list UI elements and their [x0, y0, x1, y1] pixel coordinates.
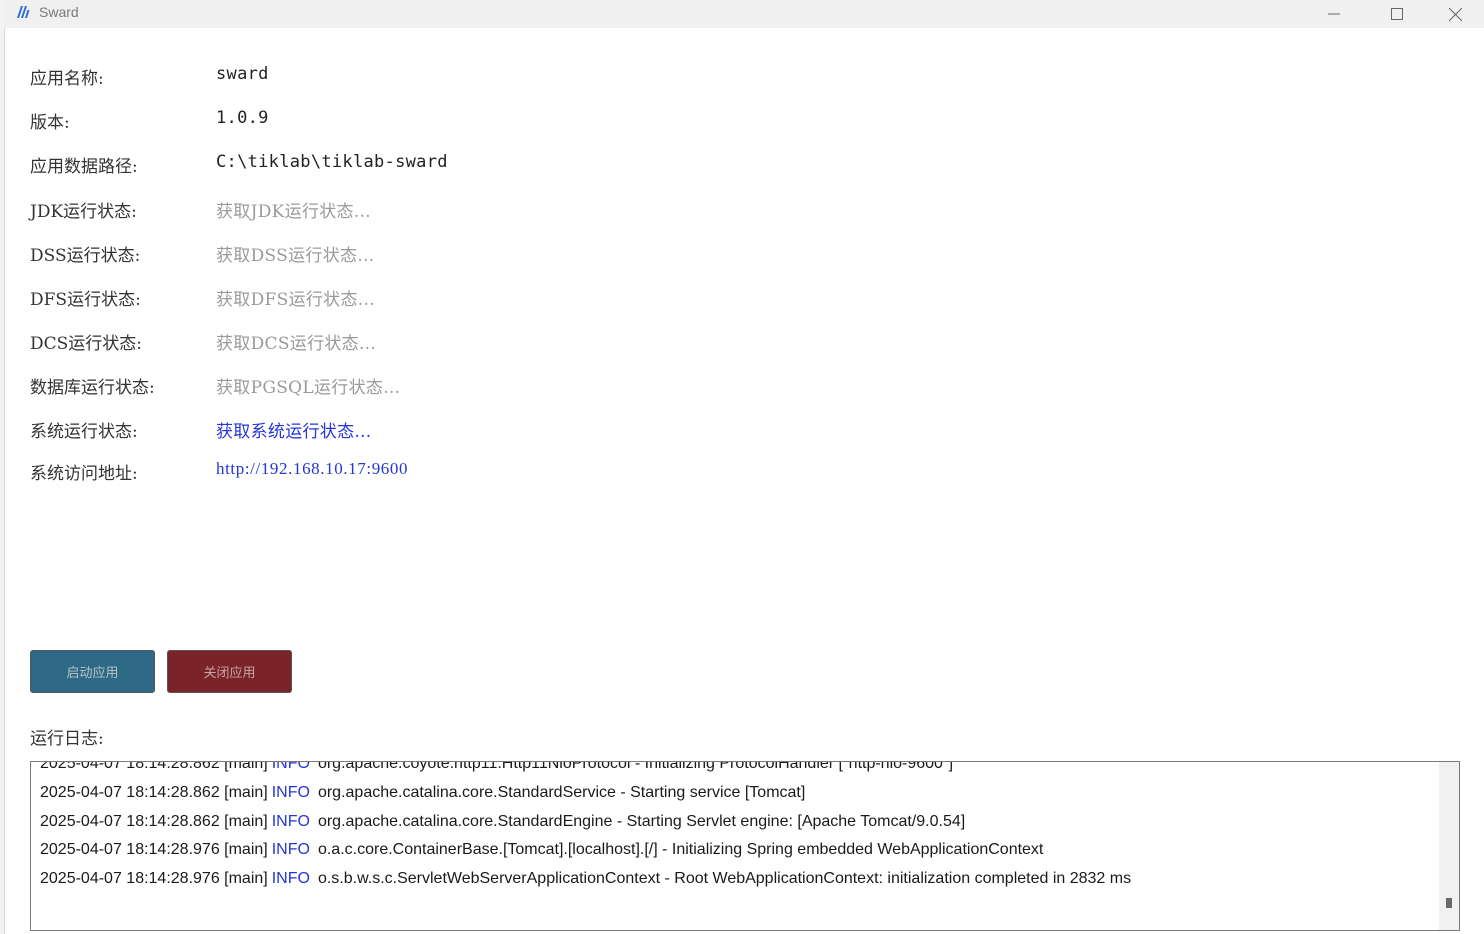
- log-timestamp: 2025-04-07 18:14:28.976 [main]: [40, 870, 268, 888]
- log-level: INFO: [271, 783, 310, 801]
- maximize-icon: [1391, 8, 1403, 20]
- sward-logo-icon: [15, 4, 33, 20]
- info-row-db-status: 数据库运行状态: 获取PGSQL运行状态...: [30, 373, 930, 399]
- dfs-status-label: DFS运行状态:: [30, 290, 141, 310]
- data-path-value: C:\tiklab\tiklab-sward: [216, 152, 448, 172]
- log-lines: 2025-04-07 18:14:28.862 [main] INFO org.ap…: [40, 761, 1131, 899]
- info-row-dss-status: DSS运行状态: 获取DSS运行状态...: [30, 241, 930, 267]
- log-line: 2025-04-07 18:14:28.862 [main] INFO org.ap…: [40, 761, 1131, 784]
- maximize-button[interactable]: [1374, 0, 1420, 28]
- dss-status-value: 获取DSS运行状态...: [216, 246, 375, 266]
- info-row-dcs-status: DCS运行状态: 获取DCS运行状态...: [30, 329, 930, 355]
- system-status-label: 系统运行状态:: [30, 422, 138, 442]
- close-icon: [1448, 7, 1462, 21]
- dcs-status-label: DCS运行状态:: [30, 334, 143, 354]
- log-line: 2025-04-07 18:14:28.976 [main] INFO o.s.b.…: [40, 870, 1131, 899]
- log-level: INFO: [271, 812, 310, 830]
- log-level: INFO: [271, 841, 310, 859]
- title-bar[interactable]: Sward: [4, 0, 1484, 28]
- jdk-status-value: 获取JDK运行状态...: [216, 202, 371, 222]
- log-message: org.apache.catalina.core.StandardService…: [317, 783, 806, 801]
- window-title: Sward: [39, 4, 79, 20]
- background-window-edge: [0, 0, 5, 934]
- info-row-system-url: 系统访问地址: http://192.168.10.17:9600: [30, 459, 930, 485]
- system-url-link[interactable]: http://192.168.10.17:9600: [216, 459, 408, 479]
- close-button[interactable]: [1432, 0, 1478, 28]
- info-row-app-name: 应用名称: sward: [30, 64, 930, 90]
- info-row-dfs-status: DFS运行状态: 获取DFS运行状态...: [30, 285, 930, 311]
- app-name-value: sward: [216, 64, 269, 84]
- jdk-status-label: JDK运行状态:: [30, 202, 137, 222]
- app-name-label: 应用名称:: [30, 69, 104, 89]
- log-level: INFO: [271, 761, 310, 772]
- log-message: o.s.b.w.s.c.ServletWebServerApplicationC…: [317, 870, 1132, 888]
- log-line: 2025-04-07 18:14:28.862 [main] INFO org.ap…: [40, 813, 1131, 842]
- log-line: 2025-04-07 18:14:28.862 [main] INFO org.ap…: [40, 784, 1131, 813]
- start-app-button[interactable]: 启动应用: [30, 650, 155, 693]
- log-timestamp: 2025-04-07 18:14:28.862 [main]: [40, 783, 268, 801]
- data-path-label: 应用数据路径:: [30, 157, 138, 177]
- log-message: org.apache.catalina.core.StandardEngine …: [317, 812, 966, 830]
- db-status-value: 获取PGSQL运行状态...: [216, 378, 401, 398]
- info-row-system-status: 系统运行状态: 获取系统运行状态...: [30, 417, 930, 443]
- db-status-label: 数据库运行状态:: [30, 378, 155, 398]
- log-message: org.apache.coyote.http11.Http11NioProtoc…: [317, 761, 954, 772]
- log-panel[interactable]: 2025-04-07 18:14:28.862 [main] INFO org.ap…: [30, 761, 1460, 931]
- stop-app-button[interactable]: 关闭应用: [167, 650, 292, 693]
- log-line: 2025-04-07 18:14:28.976 [main] INFO o.a.c.…: [40, 841, 1131, 870]
- system-url-label: 系统访问地址:: [30, 464, 138, 484]
- log-message: o.a.c.core.ContainerBase.[Tomcat].[local…: [317, 841, 1044, 859]
- minimize-button[interactable]: [1311, 0, 1357, 28]
- version-label: 版本:: [30, 113, 70, 133]
- dfs-status-value: 获取DFS运行状态...: [216, 290, 375, 310]
- log-label: 运行日志:: [30, 729, 104, 749]
- dss-status-label: DSS运行状态:: [30, 246, 141, 266]
- info-row-data-path: 应用数据路径: C:\tiklab\tiklab-sward: [30, 152, 930, 178]
- version-value: 1.0.9: [216, 108, 269, 128]
- minimize-icon: [1328, 8, 1340, 20]
- log-scrollbar-thumb[interactable]: [1446, 898, 1452, 908]
- info-row-jdk-status: JDK运行状态: 获取JDK运行状态...: [30, 197, 930, 223]
- log-level: INFO: [271, 870, 310, 888]
- dcs-status-value: 获取DCS运行状态...: [216, 334, 377, 354]
- log-timestamp: 2025-04-07 18:14:28.976 [main]: [40, 841, 268, 859]
- system-status-value: 获取系统运行状态...: [216, 422, 372, 442]
- log-timestamp: 2025-04-07 18:14:28.862 [main]: [40, 761, 268, 772]
- info-row-version: 版本: 1.0.9: [30, 108, 930, 134]
- log-timestamp: 2025-04-07 18:14:28.862 [main]: [40, 812, 268, 830]
- log-scrollbar[interactable]: [1439, 762, 1459, 930]
